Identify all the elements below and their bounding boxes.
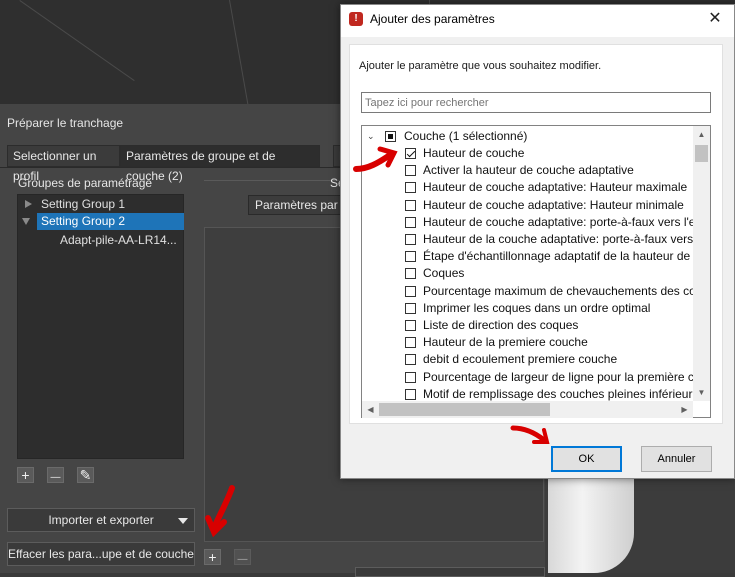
setting-checkbox[interactable]: [405, 165, 416, 177]
collapse-arrow-icon[interactable]: [22, 218, 30, 225]
setting-checkbox[interactable]: [405, 388, 416, 400]
setting-label: Pourcentage maximum de chevauchements de…: [423, 283, 694, 298]
import-export-dropdown[interactable]: Importer et exporter: [7, 508, 195, 532]
setting-checkbox[interactable]: [405, 285, 416, 297]
category-label: Couche (1 sélectionné): [404, 129, 528, 143]
setting-item[interactable]: debit d ecoulement premiere couche: [362, 351, 694, 368]
divider-mid: [204, 180, 344, 181]
setting-checkbox[interactable]: [405, 216, 416, 228]
setting-checkbox[interactable]: [405, 148, 416, 159]
plus-icon: +: [21, 467, 30, 483]
tab-group-layer-settings[interactable]: Paramètres de groupe et de couche (2): [120, 145, 320, 183]
dialog-prompt: Ajouter le paramètre que vous souhaitez …: [359, 60, 602, 72]
setting-item[interactable]: Pourcentage maximum de chevauchements de…: [362, 283, 694, 300]
setting-item[interactable]: Pourcentage de largeur de ligne pour la …: [362, 369, 694, 386]
close-icon[interactable]: ✕: [704, 9, 726, 29]
setting-item[interactable]: Imprimer les coques dans un ordre optima…: [362, 300, 694, 317]
plus-icon: +: [208, 549, 217, 565]
setting-checkbox[interactable]: [405, 302, 416, 314]
dialog-title: Ajouter des paramètres: [370, 12, 495, 26]
setting-label: Hauteur de la couche adaptative: porte-à…: [423, 232, 694, 246]
minus-icon: —: [237, 554, 248, 565]
setting-label: Hauteur de couche adaptative: Hauteur ma…: [423, 180, 688, 195]
setting-item[interactable]: Étape d'échantillonnage adaptatif de la …: [362, 248, 694, 265]
settings-groups-label: Groupes de paramétrage: [18, 176, 153, 190]
setting-label: Liste de direction des coques: [423, 318, 579, 332]
scroll-down-icon[interactable]: ▼: [693, 384, 710, 401]
pencil-icon: ✎: [79, 467, 92, 483]
scroll-up-icon[interactable]: ▲: [693, 126, 710, 143]
setting-checkbox[interactable]: [405, 354, 416, 366]
setting-item[interactable]: Hauteur de couche adaptative: Hauteur ma…: [362, 179, 694, 196]
setting-checkbox[interactable]: [405, 182, 416, 194]
setting-item[interactable]: Hauteur de couche adaptative: Hauteur mi…: [362, 197, 694, 214]
bottom-action-button[interactable]: [355, 567, 545, 577]
setting-checkbox[interactable]: [405, 234, 416, 245]
edit-group-button[interactable]: ✎: [77, 467, 94, 483]
category-checkbox[interactable]: [385, 131, 396, 142]
setting-label: debit d ecoulement premiere couche: [423, 352, 618, 367]
annotation-arrow-checkbox: [353, 146, 398, 172]
setting-label: Activer la hauteur de couche adaptative: [423, 163, 634, 178]
annotation-arrow-bottom: [205, 485, 235, 538]
setting-checkbox[interactable]: [405, 337, 416, 349]
model-cylinder: [548, 470, 634, 573]
app-warning-icon: !: [349, 12, 363, 26]
setting-checkbox[interactable]: [405, 268, 416, 280]
chevron-down-icon: [178, 518, 188, 524]
setting-item[interactable]: Activer la hauteur de couche adaptative: [362, 162, 694, 179]
add-group-button[interactable]: +: [17, 467, 34, 483]
setting-item[interactable]: Hauteur de couche: [362, 145, 694, 162]
tree-item-setting-group-1[interactable]: Setting Group 1: [24, 196, 184, 213]
settings-tree-list[interactable]: ⌄ Couche (1 sélectionné) Hauteur de couc…: [361, 125, 711, 418]
annotation-arrow-ok: [510, 425, 550, 444]
remove-group-button[interactable]: —: [47, 467, 64, 483]
setting-label: Hauteur de la premiere couche: [423, 335, 588, 350]
tab-select-profile[interactable]: Selectionner un profil: [7, 145, 120, 183]
add-setting-button[interactable]: +: [204, 549, 221, 565]
setting-label: Imprimer les coques dans un ordre optima…: [423, 300, 651, 315]
panel-title: Préparer le tranchage: [7, 116, 124, 130]
scroll-left-icon[interactable]: ◀: [362, 401, 379, 418]
vertical-scroll-thumb[interactable]: [695, 145, 708, 162]
ok-button[interactable]: OK: [551, 446, 622, 472]
setting-checkbox[interactable]: [405, 199, 416, 211]
tab-group-settings[interactable]: Paramètres par gr: [248, 195, 348, 215]
setting-checkbox[interactable]: [405, 371, 416, 383]
vertical-scrollbar[interactable]: [693, 126, 710, 401]
tree-item-setting-group-2[interactable]: Setting Group 2: [37, 213, 184, 230]
setting-label: Hauteur de couche: [423, 146, 525, 160]
remove-setting-button[interactable]: —: [234, 549, 251, 565]
category-row[interactable]: ⌄ Couche (1 sélectionné): [362, 128, 702, 145]
import-export-label: Importer et exporter: [48, 513, 154, 527]
horizontal-scroll-thumb[interactable]: [379, 403, 550, 416]
clear-group-layer-settings-button[interactable]: Effacer les para...upe et de couche: [7, 542, 195, 566]
setting-item[interactable]: Hauteur de couche adaptative: porte-à-fa…: [362, 214, 694, 231]
setting-label: Pourcentage de largeur de ligne pour la …: [423, 369, 694, 384]
setting-item[interactable]: Hauteur de la couche adaptative: porte-à…: [362, 231, 694, 248]
setting-item[interactable]: Liste de direction des coques: [362, 317, 694, 334]
setting-label: Hauteur de couche adaptative: Hauteur mi…: [423, 197, 684, 212]
cancel-button[interactable]: Annuler: [641, 446, 712, 472]
setting-label: Étape d'échantillonnage adaptatif de la …: [423, 249, 694, 264]
scroll-right-icon[interactable]: ▶: [676, 401, 693, 418]
setting-label: Coques: [423, 266, 465, 281]
search-input[interactable]: [361, 92, 711, 113]
setting-checkbox[interactable]: [405, 251, 416, 263]
setting-item[interactable]: Coques: [362, 265, 694, 282]
minus-icon: —: [50, 472, 61, 483]
setting-checkbox[interactable]: [405, 320, 416, 331]
setting-label: Hauteur de couche adaptative: porte-à-fa…: [423, 214, 694, 229]
tree-item-model[interactable]: Adapt-pile-AA-LR14...: [60, 232, 184, 249]
setting-item[interactable]: Hauteur de la premiere couche: [362, 334, 694, 351]
